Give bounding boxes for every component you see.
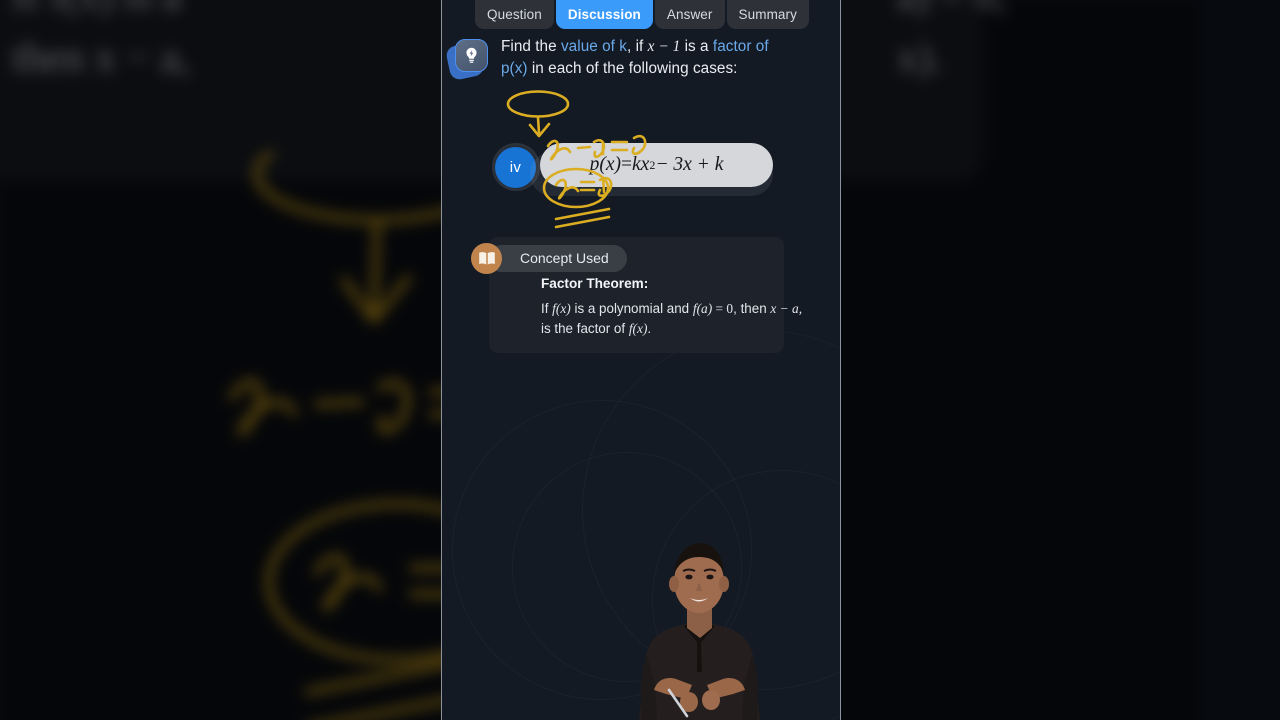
concept-body-seg-2: is a polynomial and bbox=[570, 301, 693, 316]
concept-body-seg-3: , then bbox=[733, 301, 771, 316]
annotation-underline-1 bbox=[554, 207, 611, 221]
content-panel: Question Discussion Answer Summary Find … bbox=[441, 0, 841, 720]
formula-rhs-rest: − 3x + k bbox=[655, 154, 724, 175]
annotation-arrow bbox=[536, 115, 541, 135]
concept-math-2b: = 0 bbox=[712, 301, 734, 316]
formula-equals: = bbox=[621, 154, 633, 175]
concept-body-seg-1: If bbox=[541, 301, 553, 316]
concept-card-body: If f(x) is a polynomial and f(a) = 0, th… bbox=[541, 299, 803, 339]
formula-row: iv p(x) = kx 2 − 3x + k bbox=[442, 138, 840, 196]
concept-used-pill: Concept Used bbox=[488, 245, 627, 272]
formula-rhs-k: kx bbox=[632, 154, 650, 175]
background-card-line-2-right: x). bbox=[897, 35, 943, 81]
tab-answer[interactable]: Answer bbox=[654, 0, 725, 29]
screen-root: Concept Used 📖 Factor Theorem: If f(x) i… bbox=[0, 0, 1280, 720]
question-seg-3: , if bbox=[626, 38, 648, 55]
question-text: Find the value of k, if x − 1 is a facto… bbox=[501, 36, 794, 84]
background-card-line-1: If f(x) is a bbox=[12, 0, 181, 20]
concept-math-3: x − a, bbox=[770, 301, 803, 316]
question-icon-wrap bbox=[444, 36, 492, 84]
book-icon bbox=[471, 243, 502, 274]
annotation-arrow-head bbox=[528, 122, 551, 138]
concept-body-seg-5: . bbox=[647, 321, 652, 336]
concept-math-2: f(a) bbox=[692, 301, 713, 316]
concept-math-4: f(x) bbox=[628, 321, 648, 336]
tab-summary[interactable]: Summary bbox=[726, 0, 809, 29]
question-math-1: x − 1 bbox=[647, 38, 681, 55]
tab-discussion[interactable]: Discussion bbox=[555, 0, 653, 29]
question-seg-5: is a bbox=[680, 38, 713, 55]
formula-pill: p(x) = kx 2 − 3x + k bbox=[540, 143, 773, 187]
concept-card-title: Factor Theorem: bbox=[541, 276, 649, 291]
question-seg-1: Find the bbox=[501, 38, 561, 55]
tab-bar: Question Discussion Answer Summary bbox=[442, 0, 840, 29]
concept-math-1: f(x) bbox=[552, 301, 571, 316]
tab-question[interactable]: Question bbox=[475, 0, 554, 29]
presenter-video bbox=[639, 543, 760, 720]
background-card-line-2: then x − a, bbox=[12, 35, 190, 81]
formula-lhs: p(x) bbox=[589, 154, 622, 175]
concept-body-seg-4: is the factor of bbox=[541, 321, 629, 336]
question-highlight-1: value of k bbox=[560, 38, 627, 55]
lightbulb-icon bbox=[455, 39, 488, 72]
question-block: Find the value of k, if x − 1 is a facto… bbox=[442, 36, 840, 84]
question-seg-7: in each of the following cases: bbox=[527, 59, 738, 77]
background-card-line-1-right: a) = 0, bbox=[897, 0, 1006, 20]
annotation-underline-2 bbox=[554, 215, 611, 229]
annotation-circle-x-minus-a bbox=[506, 90, 570, 118]
